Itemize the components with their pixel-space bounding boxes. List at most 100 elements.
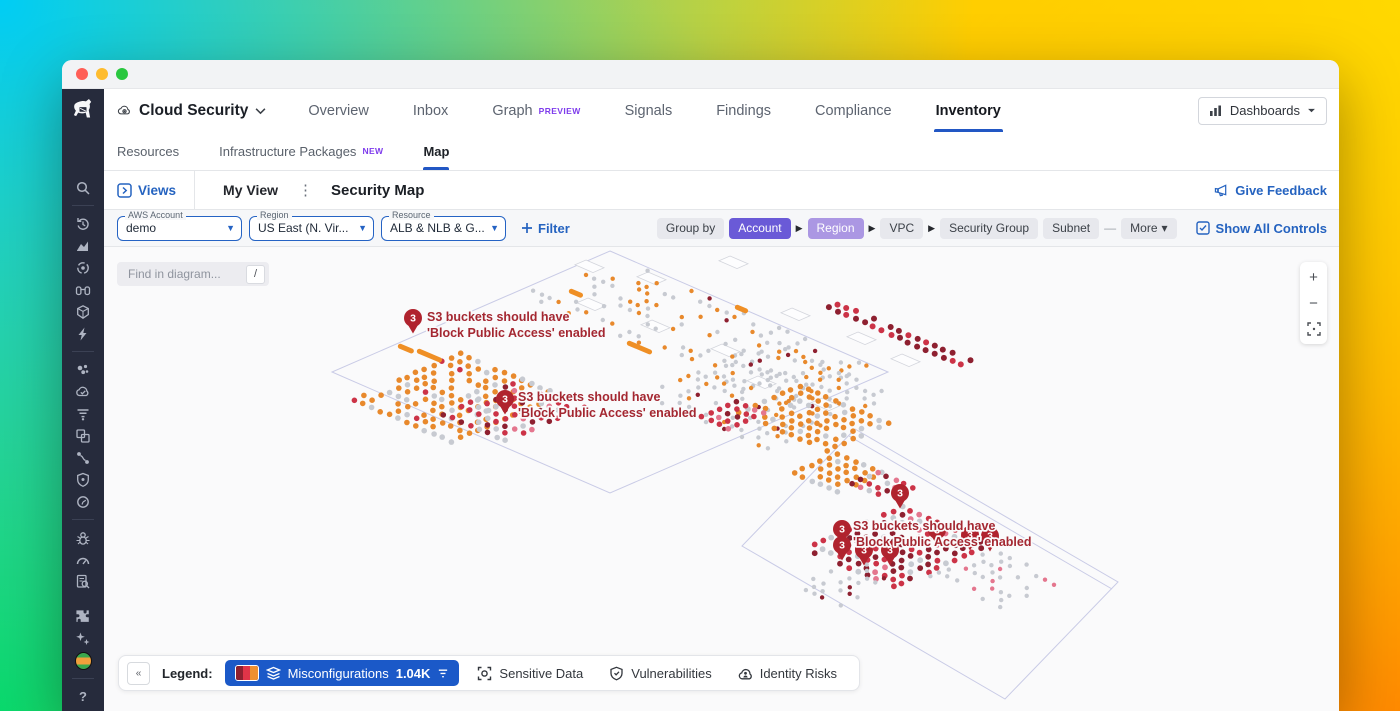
views-button[interactable]: Views	[117, 183, 194, 198]
legend-item-misconfigurations[interactable]: Misconfigurations1.04K	[225, 660, 460, 686]
subtab-map[interactable]: Map	[423, 132, 449, 170]
log-pipelines-icon[interactable]	[75, 405, 92, 422]
app-security-icon[interactable]	[75, 471, 92, 488]
finding-pin[interactable]: 3	[891, 484, 909, 509]
group-by-region[interactable]: Region	[808, 218, 864, 239]
dashboards-label: Dashboards	[1230, 103, 1300, 118]
group-by-more-button[interactable]: More ▾	[1121, 218, 1176, 239]
group-arrow-icon: ▶	[928, 223, 935, 234]
help-icon[interactable]: ?	[75, 688, 92, 705]
chevron-down-icon: ▼	[358, 223, 367, 233]
funnel-icon[interactable]	[437, 667, 449, 679]
find-in-diagram-input[interactable]	[126, 266, 246, 282]
datadog-logo[interactable]	[62, 89, 104, 131]
group-dash: —	[1104, 221, 1116, 235]
audit-logs-icon[interactable]	[75, 573, 92, 590]
tab-compliance[interactable]: Compliance	[815, 89, 892, 132]
close-window-button[interactable]	[76, 68, 88, 80]
history-icon[interactable]	[75, 215, 92, 232]
add-filter-button[interactable]: Filter	[521, 221, 570, 236]
security-map-canvas[interactable]: 3333333333S3 buckets should have'Block P…	[104, 247, 1339, 711]
quality-gauge-icon[interactable]	[75, 551, 92, 568]
give-feedback-link[interactable]: Give Feedback	[1214, 183, 1327, 198]
sidebar-icon-group-top	[72, 179, 94, 590]
show-all-controls-link[interactable]: Show All Controls	[1196, 221, 1327, 236]
filter-aws-account-select[interactable]: AWS Account demo ▼	[117, 216, 242, 241]
service-map-icon[interactable]	[75, 449, 92, 466]
integrations-icon[interactable]	[75, 608, 92, 625]
views-label: Views	[138, 183, 176, 198]
finding-pin[interactable]: 3	[496, 390, 514, 415]
filter-value: demo	[126, 221, 222, 235]
user-avatar	[75, 652, 92, 670]
pin-count: 3	[839, 524, 845, 536]
app-window: ? Cloud Security Overview Inbox Graph PREVI…	[62, 60, 1339, 711]
avatar-icon[interactable]	[75, 652, 92, 669]
app-sidebar: ?	[62, 89, 104, 711]
group-by-subnet[interactable]: Subnet	[1043, 218, 1099, 239]
tab-label: Findings	[716, 103, 771, 119]
subtab-infrastructure-packages[interactable]: Infrastructure PackagesNEW	[219, 132, 383, 170]
tab-my-view[interactable]: My View	[213, 178, 288, 202]
tab-graph[interactable]: Graph PREVIEW	[492, 89, 580, 132]
processes-icon[interactable]	[75, 361, 92, 378]
dashboards-button[interactable]: Dashboards	[1198, 97, 1327, 125]
bug-tracking-icon[interactable]	[75, 529, 92, 546]
legend-collapse-button[interactable]: «	[127, 662, 150, 685]
pin-count: 3	[502, 394, 508, 406]
tab-label: Graph	[492, 103, 532, 119]
filter-resource-select[interactable]: Resource ALB & NLB & G... ▼	[381, 216, 506, 241]
fit-to-screen-button[interactable]	[1300, 316, 1327, 342]
apm-icon[interactable]	[75, 259, 92, 276]
views-bar: Views My View ⋮ Security Map Give Feedba…	[104, 171, 1339, 210]
filter-label: Region	[257, 210, 292, 220]
subtab-resources[interactable]: Resources	[117, 132, 179, 170]
bits-ai-icon[interactable]	[75, 630, 92, 647]
group-by-security-group[interactable]: Security Group	[940, 218, 1038, 239]
finding-pin[interactable]: 3	[404, 309, 422, 334]
preview-badge: PREVIEW	[539, 106, 581, 116]
tab-overview[interactable]: Overview	[308, 89, 368, 132]
filter-bar: AWS Account demo ▼ Region US East (N. Vi…	[104, 210, 1339, 247]
legend-item-label: Misconfigurations	[288, 666, 389, 681]
finding-label: S3 buckets should have	[853, 519, 995, 533]
organizations-icon[interactable]	[75, 427, 92, 444]
tab-signals[interactable]: Signals	[625, 89, 673, 132]
give-feedback-label: Give Feedback	[1235, 183, 1327, 198]
filter-region-select[interactable]: Region US East (N. Vir... ▼	[249, 216, 374, 241]
legend-item-identity-risks[interactable]: Identity Risks	[730, 660, 845, 686]
product-switcher[interactable]: Cloud Security	[117, 102, 266, 120]
fit-to-screen-icon	[1307, 322, 1321, 336]
tab-label: Inbox	[413, 103, 448, 119]
view-options-kebab-icon[interactable]: ⋮	[288, 181, 323, 199]
resource-dots[interactable]	[792, 451, 885, 494]
tab-inventory[interactable]: Inventory	[936, 89, 1001, 132]
divider	[194, 171, 195, 209]
events-icon[interactable]	[75, 325, 92, 342]
resource-dots[interactable]	[804, 562, 887, 607]
product-title: Cloud Security	[139, 102, 248, 120]
legend-item-sensitive-data[interactable]: Sensitive Data	[469, 660, 591, 686]
group-by-vpc[interactable]: VPC	[880, 218, 923, 239]
tab-inbox[interactable]: Inbox	[413, 89, 448, 132]
infrastructure-icon[interactable]	[75, 303, 92, 320]
resource-dots[interactable]	[928, 551, 1056, 609]
legend-item-vulnerabilities[interactable]: Vulnerabilities	[601, 660, 719, 686]
cloud-security-icon[interactable]	[75, 383, 92, 400]
siem-icon[interactable]	[75, 493, 92, 510]
group-by-account[interactable]: Account	[729, 218, 790, 239]
watchdog-icon[interactable]	[75, 281, 92, 298]
zoom-window-button[interactable]	[116, 68, 128, 80]
minimize-window-button[interactable]	[96, 68, 108, 80]
zoom-controls: + −	[1300, 262, 1327, 344]
divider	[72, 678, 94, 679]
scan-icon	[477, 666, 492, 681]
cloud-security-icon	[117, 103, 132, 118]
megaphone-icon	[1214, 183, 1229, 197]
zoom-out-button[interactable]: −	[1300, 290, 1327, 316]
metrics-icon[interactable]	[75, 237, 92, 254]
search-icon[interactable]	[75, 179, 92, 196]
tab-findings[interactable]: Findings	[716, 89, 771, 132]
chevron-down-icon	[1307, 108, 1316, 114]
zoom-in-button[interactable]: +	[1300, 264, 1327, 290]
